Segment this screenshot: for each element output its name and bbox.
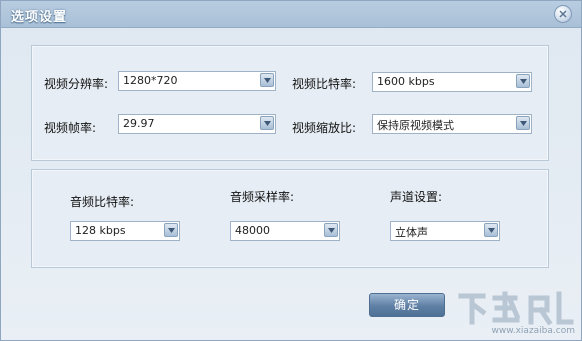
chevron-down-icon[interactable] xyxy=(516,116,530,130)
ok-button[interactable]: 确定 xyxy=(369,293,445,317)
video-bitrate-value: 1600 kbps xyxy=(377,75,435,88)
audio-samplerate-label: 音频采样率: xyxy=(230,190,295,204)
audio-bitrate-select[interactable]: 128 kbps xyxy=(70,221,180,241)
video-scale-value: 保持原视频模式 xyxy=(377,119,454,132)
audio-channel-value: 立体声 xyxy=(395,226,428,239)
close-icon xyxy=(559,10,567,18)
audio-samplerate-value: 48000 xyxy=(235,224,270,237)
audio-channel-select[interactable]: 立体声 xyxy=(390,221,500,241)
chevron-down-icon[interactable] xyxy=(260,116,274,130)
video-resolution-label: 视频分辨率: xyxy=(44,77,109,91)
dialog-title: 选项设置 xyxy=(11,10,68,25)
audio-channel-label: 声道设置: xyxy=(390,190,443,204)
title-bar[interactable]: 选项设置 xyxy=(1,1,581,28)
video-resolution-select[interactable]: 1280*720 xyxy=(118,71,276,91)
video-settings-panel: 视频分辨率: 1280*720 视频比特率: 1600 kbps 视频帧率: 2… xyxy=(31,45,549,161)
audio-bitrate-label: 音频比特率: xyxy=(70,195,135,209)
video-scale-select[interactable]: 保持原视频模式 xyxy=(372,114,532,134)
video-framerate-value: 29.97 xyxy=(123,117,155,130)
video-framerate-label: 视频帧率: xyxy=(44,121,97,135)
options-dialog: 选项设置 视频分辨率: 1280*720 视频比特率: 1600 kbps 视频… xyxy=(0,0,582,341)
download-logo-icon xyxy=(458,291,574,326)
chevron-down-icon[interactable] xyxy=(516,74,530,88)
video-bitrate-select[interactable]: 1600 kbps xyxy=(372,72,532,92)
chevron-down-icon[interactable] xyxy=(484,223,498,237)
audio-bitrate-value: 128 kbps xyxy=(75,224,126,237)
audio-settings-panel: 音频比特率: 128 kbps 音频采样率: 48000 声道设置: 立体声 xyxy=(31,169,549,268)
video-bitrate-label: 视频比特率: xyxy=(292,77,357,91)
video-resolution-value: 1280*720 xyxy=(123,74,178,87)
watermark-url: www.xiazaiba.com xyxy=(491,326,575,336)
video-framerate-select[interactable]: 29.97 xyxy=(118,114,276,134)
chevron-down-icon[interactable] xyxy=(164,223,178,237)
audio-samplerate-select[interactable]: 48000 xyxy=(230,221,340,241)
watermark-logo: www.xiazaiba.com xyxy=(455,290,575,336)
close-button[interactable] xyxy=(554,5,572,23)
chevron-down-icon[interactable] xyxy=(324,223,338,237)
video-scale-label: 视频缩放比: xyxy=(292,121,357,135)
chevron-down-icon[interactable] xyxy=(260,73,274,87)
